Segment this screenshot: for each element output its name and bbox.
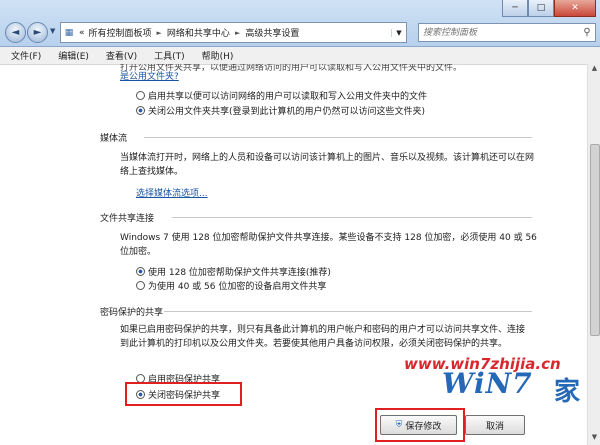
recent-pages-chevron-icon[interactable]: ▼ xyxy=(50,27,55,35)
watermark-suffix: 家 xyxy=(554,377,581,407)
media-options-link[interactable]: 选择媒体流选项... xyxy=(136,186,208,199)
public-folder-on-label: 启用共享以便可以访问网络的用户可以读取和写入公用文件夹中的文件 xyxy=(148,92,428,102)
public-folder-off-option[interactable]: 关闭公用文件夹共享(登录到此计算机的用户仍然可以访问这些文件夹) xyxy=(136,104,425,117)
menu-view[interactable]: 查看(V) xyxy=(95,49,143,62)
public-folder-help-link[interactable]: 是公用文件夹? xyxy=(120,69,179,82)
divider xyxy=(172,217,532,218)
menu-edit[interactable]: 编辑(E) xyxy=(47,49,95,62)
window-controls: ─ □ ✕ xyxy=(502,0,596,17)
radio-icon[interactable] xyxy=(136,91,145,100)
breadcrumb-network-center[interactable]: 网络和共享中心 xyxy=(165,26,232,39)
minimize-button[interactable]: ─ xyxy=(502,0,528,17)
scroll-thumb[interactable] xyxy=(590,144,600,336)
encryption-128-option[interactable]: 使用 128 位加密帮助保护文件共享连接(推荐) xyxy=(136,265,331,278)
menu-bar: 文件(F) 编辑(E) 查看(V) 工具(T) 帮助(H) xyxy=(0,47,600,65)
maximize-button[interactable]: □ xyxy=(528,0,554,17)
public-folder-off-label: 关闭公用文件夹共享(登录到此计算机的用户仍然可以访问这些文件夹) xyxy=(148,107,426,117)
menu-file[interactable]: 文件(F) xyxy=(0,49,47,62)
menu-help[interactable]: 帮助(H) xyxy=(191,49,240,62)
breadcrumb-separator-icon[interactable]: ► xyxy=(232,29,243,37)
search-icon[interactable]: ⚲ xyxy=(579,27,595,38)
control-panel-icon: ▦ xyxy=(64,27,74,38)
highlight-box xyxy=(125,382,242,406)
back-button[interactable]: ◄ xyxy=(5,22,26,43)
password-desc: 如果已启用密码保护的共享，则只有具备此计算机的用户帐户和密码的用户才可以访问共享… xyxy=(120,325,526,349)
close-button[interactable]: ✕ xyxy=(554,0,596,17)
encryption-40-option[interactable]: 为使用 40 或 56 位加密的设备启用文件共享 xyxy=(136,279,326,292)
file-sharing-desc: Windows 7 使用 128 位加密帮助保护文件共享连接。某些设备不支持 1… xyxy=(120,233,537,257)
encryption-128-label: 使用 128 位加密帮助保护文件共享连接(推荐) xyxy=(148,268,331,278)
search-box[interactable]: ⚲ xyxy=(418,23,596,42)
public-folder-desc: 打开公用文件夹共享，以便通过网络访问的用户可以读取和写入公用文件夹中的文件。 xyxy=(120,64,463,73)
radio-selected-icon[interactable] xyxy=(136,267,145,276)
menu-tools[interactable]: 工具(T) xyxy=(143,49,191,62)
breadcrumb-all-items[interactable]: 所有控制面板项 xyxy=(87,26,154,39)
radio-selected-icon[interactable] xyxy=(136,106,145,115)
public-folder-on-option[interactable]: 启用共享以便可以访问网络的用户可以读取和写入公用文件夹中的文件 xyxy=(136,89,427,102)
cancel-button[interactable]: 取消 xyxy=(465,415,525,435)
search-input[interactable] xyxy=(419,26,579,39)
scroll-up-icon[interactable]: ▲ xyxy=(588,64,600,76)
encryption-40-label: 为使用 40 或 56 位加密的设备启用文件共享 xyxy=(148,282,327,292)
media-desc: 当媒体流打开时，网络上的人员和设备可以访问该计算机上的图片、音乐以及视频。该计算… xyxy=(120,153,535,177)
radio-icon[interactable] xyxy=(136,281,145,290)
breadcrumb-separator-icon[interactable]: ► xyxy=(154,29,165,37)
address-prefix[interactable]: « xyxy=(77,28,87,38)
media-section-title: 媒体流 xyxy=(100,134,128,144)
password-section-title: 密码保护的共享 xyxy=(100,308,164,318)
forward-button[interactable]: ► xyxy=(27,22,48,43)
address-bar[interactable]: ▦ « 所有控制面板项 ► 网络和共享中心 ► 高级共享设置 ▼ xyxy=(60,22,407,43)
scroll-down-icon[interactable]: ▼ xyxy=(588,433,600,445)
divider xyxy=(144,137,532,138)
breadcrumb-advanced-sharing[interactable]: 高级共享设置 xyxy=(243,26,301,39)
win7zhijia-logo: www.win7zhijia.cn WiN7 家 xyxy=(396,353,596,408)
address-dropdown-icon[interactable]: ▼ xyxy=(391,28,406,37)
highlight-box xyxy=(375,408,465,442)
cancel-button-label: 取消 xyxy=(485,421,504,432)
file-sharing-section-title: 文件共享连接 xyxy=(100,214,155,224)
divider xyxy=(164,311,532,312)
watermark-brand: WiN7 xyxy=(442,367,533,400)
back-arrow-icon: ◄ xyxy=(11,27,20,38)
forward-arrow-icon: ► xyxy=(33,27,42,38)
